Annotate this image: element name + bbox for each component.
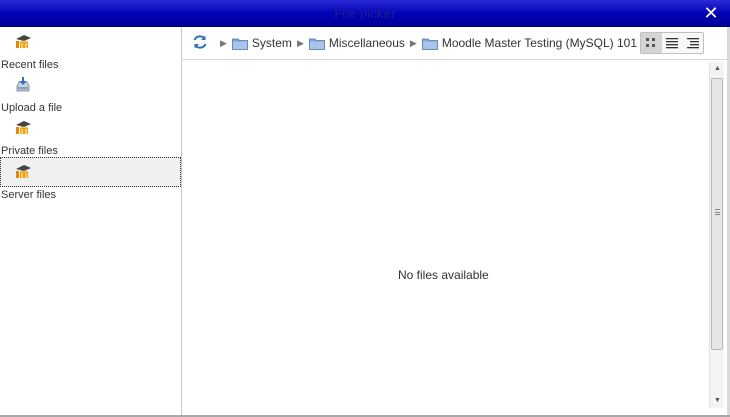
breadcrumb-label: Moodle Master Testing (MySQL) 101: [441, 36, 638, 50]
sidebar-item-server-files[interactable]: Server files: [0, 157, 181, 201]
refresh-icon[interactable]: [191, 33, 209, 51]
breadcrumb-item-course[interactable]: Moodle Master Testing (MySQL) 101: [421, 36, 638, 50]
moodle-icon: [16, 35, 31, 48]
breadcrumb-label: System: [251, 36, 292, 50]
breadcrumb-separator-icon: ▶: [296, 37, 304, 48]
breadcrumb-label: Miscellaneous: [328, 36, 405, 50]
dialog-title: File picker: [334, 6, 396, 21]
vertical-scrollbar[interactable]: ▲ ▼: [709, 62, 724, 408]
list-view-button[interactable]: [662, 33, 683, 53]
moodle-icon: [16, 165, 31, 178]
breadcrumb-separator-icon: ▶: [409, 37, 417, 48]
scrollbar-thumb[interactable]: [711, 78, 723, 350]
tree-view-button[interactable]: [682, 33, 703, 53]
file-toolbar: ▶ System ▶ Miscellaneous ▶ Moodle Master…: [182, 27, 728, 60]
grip-icon: [715, 209, 720, 215]
sidebar-item-private-files[interactable]: Private files: [0, 113, 181, 157]
scroll-up-icon[interactable]: ▲: [710, 62, 725, 76]
close-icon[interactable]: ✕: [702, 4, 720, 22]
folder-icon: [421, 38, 438, 50]
list-view-icon: [666, 38, 678, 49]
file-browser-panel: ▶ System ▶ Miscellaneous ▶ Moodle Master…: [182, 27, 730, 415]
breadcrumb: ▶ System ▶ Miscellaneous ▶ Moodle Master…: [218, 35, 637, 51]
tree-view-icon: [686, 38, 699, 49]
folder-icon: [308, 38, 325, 50]
scroll-down-icon[interactable]: ▼: [710, 394, 725, 408]
folder-icon: [232, 38, 248, 50]
sidebar-item-upload-a-file[interactable]: Upload a file: [0, 70, 181, 114]
moodle-icon: [16, 121, 31, 134]
sidebar-item-label: Server files: [1, 189, 57, 201]
sidebar-item-recent-files[interactable]: Recent files: [0, 27, 181, 71]
file-list-area[interactable]: No files available: [182, 61, 710, 415]
dialog-titlebar[interactable]: File picker ✕: [0, 0, 730, 27]
upload-icon: [16, 77, 30, 92]
sidebar-item-label: Private files: [1, 145, 58, 157]
empty-message: No files available: [398, 268, 489, 282]
repository-sidebar: Recent files Upload a file Private files…: [0, 27, 182, 415]
grid-view-icon: [646, 38, 656, 47]
breadcrumb-item-system[interactable]: System: [232, 36, 292, 50]
grid-view-button[interactable]: [641, 33, 662, 53]
breadcrumb-item-miscellaneous[interactable]: Miscellaneous: [308, 36, 405, 50]
breadcrumb-separator-icon: ▶: [220, 37, 227, 48]
view-mode-switcher: [640, 32, 704, 54]
